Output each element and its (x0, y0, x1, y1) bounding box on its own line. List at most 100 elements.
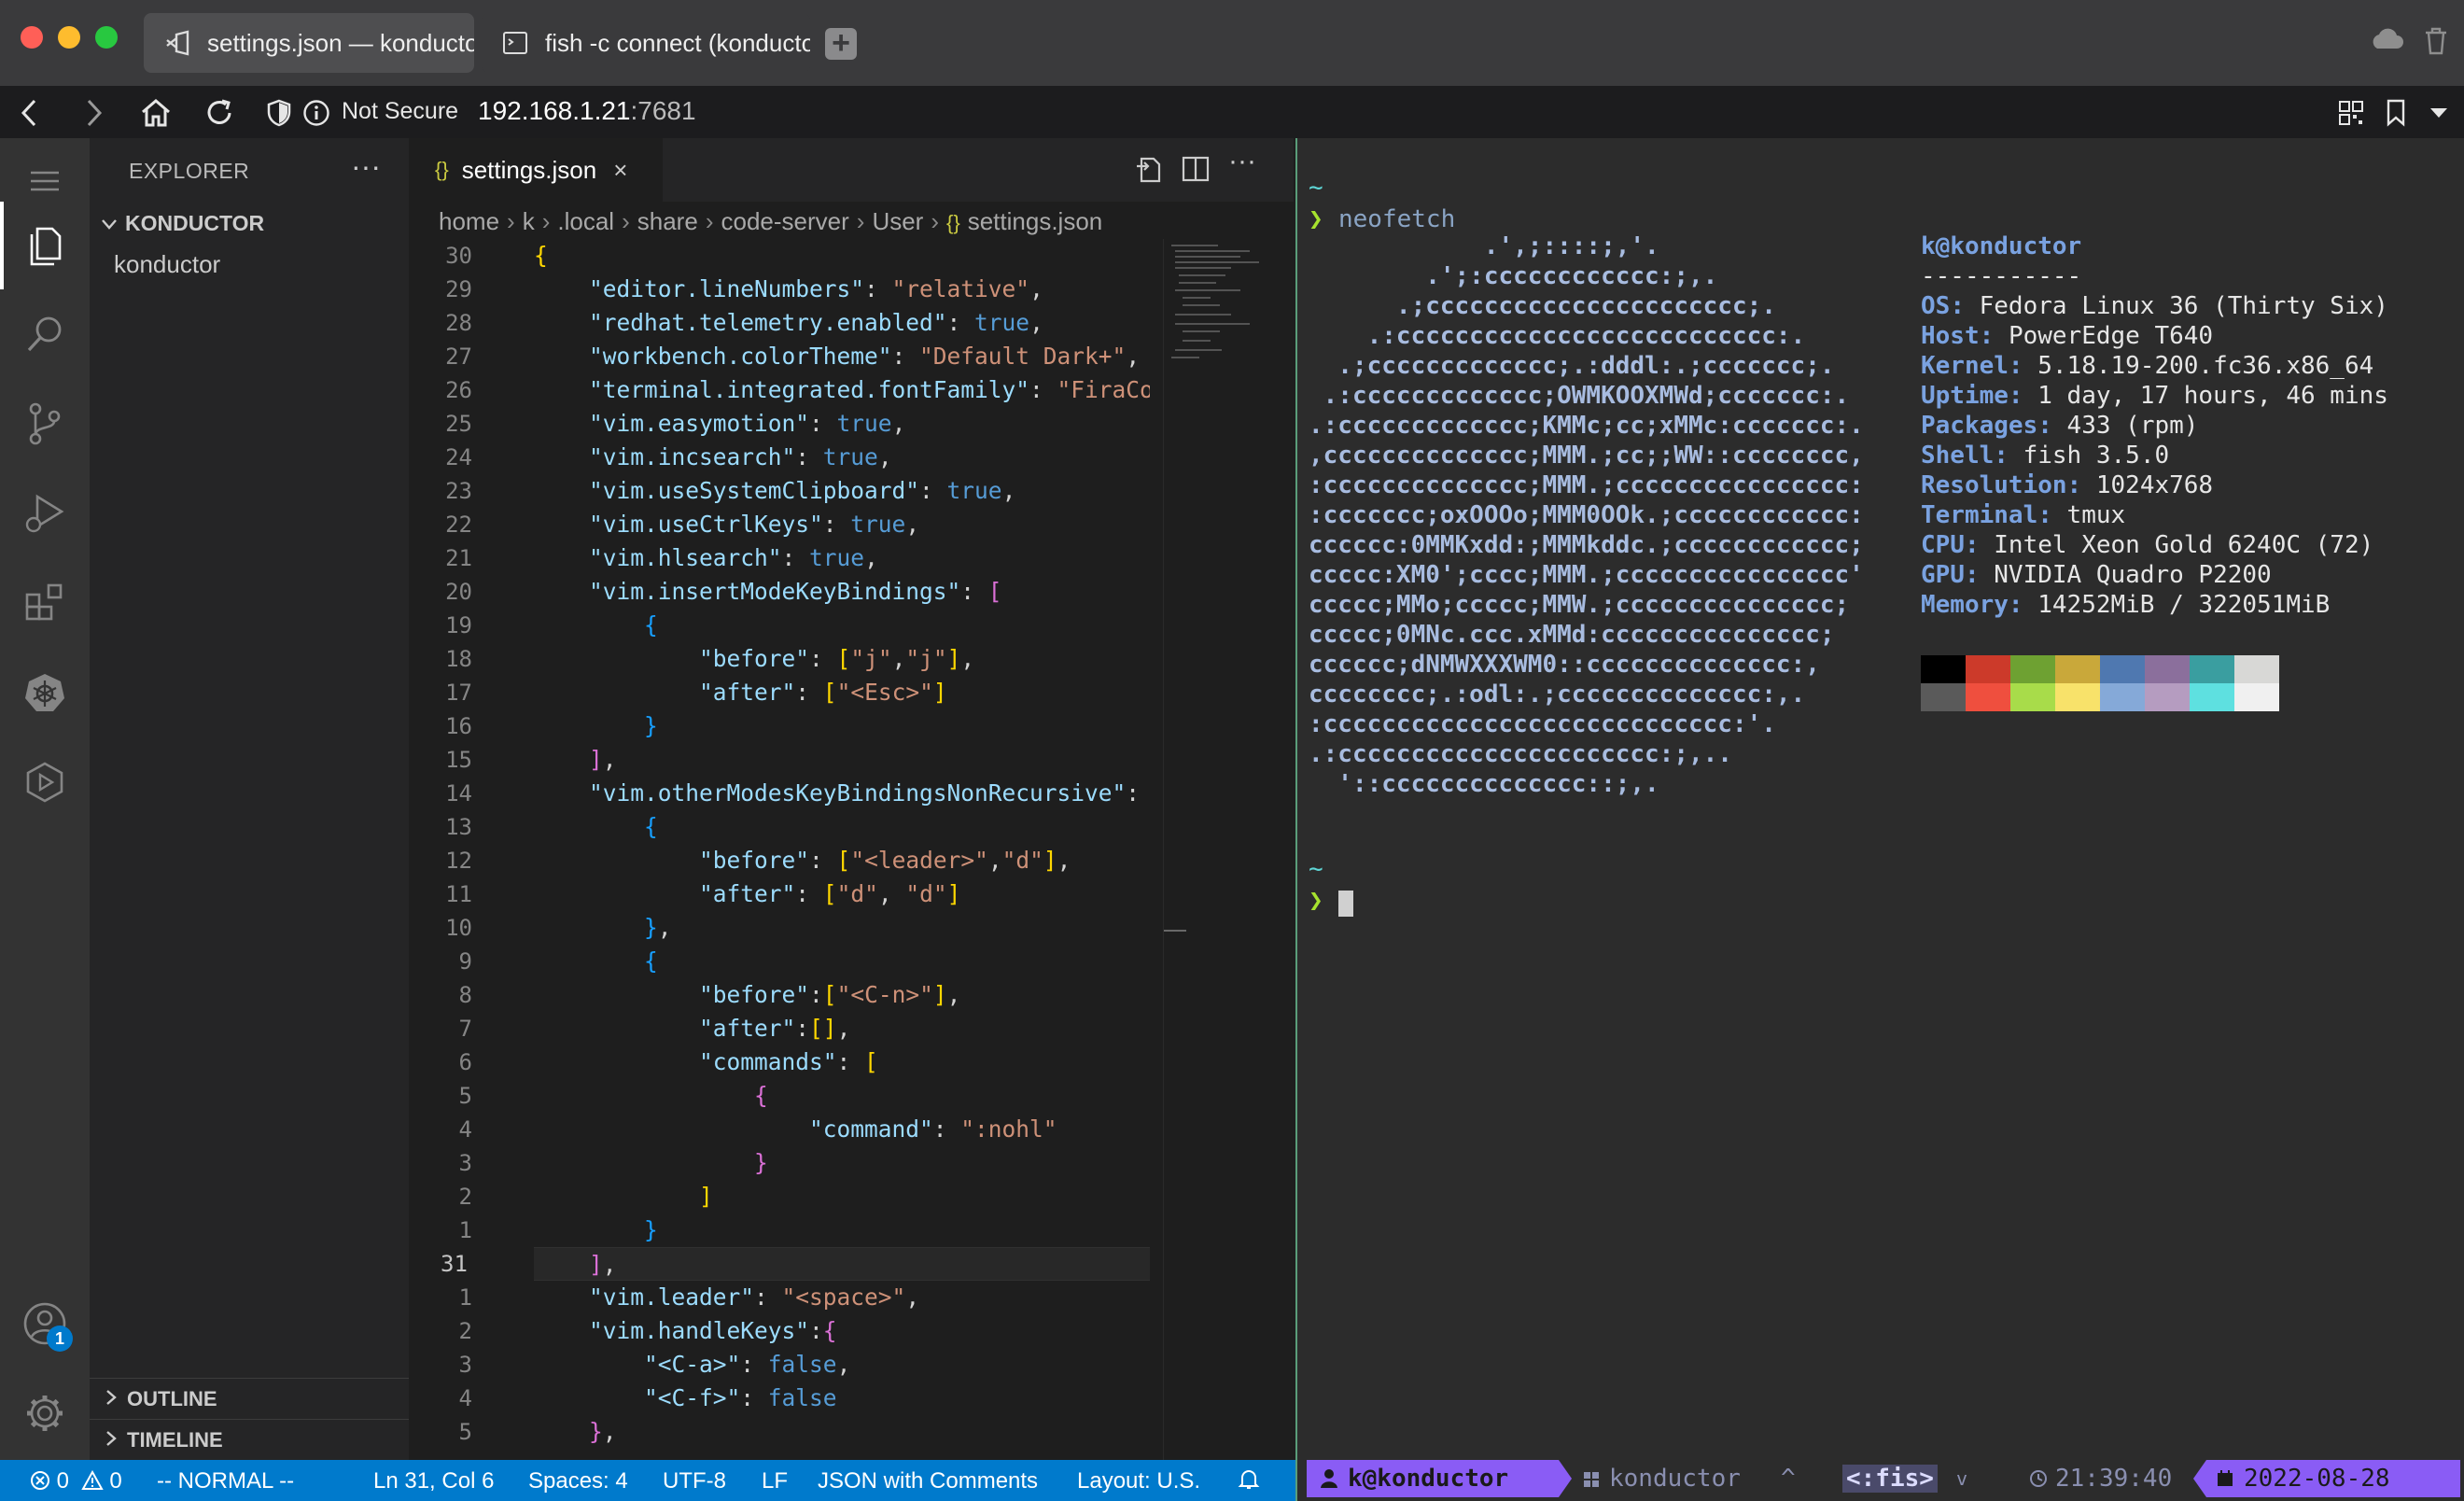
encoding[interactable]: UTF-8 (663, 1468, 726, 1494)
code-line: "vim.handleKeys":{ (534, 1314, 1150, 1348)
extensions-icon[interactable] (17, 575, 73, 631)
code-line: "after":[], (534, 1012, 1150, 1045)
code-line: "vim.useSystemClipboard": true, (534, 474, 1150, 508)
explorer-title: EXPLORER (129, 159, 250, 183)
code-token: "d" (1001, 847, 1043, 874)
user-icon (1321, 1469, 1337, 1488)
breadcrumb-item[interactable]: User (872, 207, 923, 235)
line-number: 3 (458, 1150, 472, 1176)
run-debug-icon[interactable] (17, 485, 73, 541)
code-token: : (809, 645, 837, 672)
timeline-section-header[interactable]: TIMELINE (90, 1419, 409, 1460)
open-changes-icon[interactable] (1133, 153, 1165, 189)
tmux-up-arrow: ^ (1781, 1465, 1796, 1493)
code-token: { (644, 947, 658, 975)
bookmark-icon[interactable] (2380, 97, 2412, 129)
color-swatch (2055, 683, 2100, 711)
indentation[interactable]: Spaces: 4 (528, 1468, 628, 1494)
code-token: "<leader>" (850, 847, 988, 874)
code-token: : (836, 1048, 865, 1075)
info-label: CPU (1921, 531, 1965, 559)
info-label: Shell (1921, 442, 1995, 470)
url-field[interactable]: 192.168.1.21:7681 (478, 96, 696, 126)
code-token: : (795, 1015, 810, 1042)
home-icon[interactable] (140, 97, 172, 129)
trash-icon[interactable] (2423, 26, 2449, 61)
outline-label: OUTLINE (127, 1387, 217, 1410)
code-token: ] (1043, 847, 1057, 874)
zoom-window-button[interactable] (95, 26, 118, 49)
editor-tab-settings-json[interactable]: {} settings.json × (409, 138, 663, 202)
qr-code-icon[interactable] (2335, 97, 2367, 129)
line-number: 8 (458, 982, 472, 1008)
cursor-position[interactable]: Ln 31, Col 6 (373, 1468, 494, 1494)
shield-icon[interactable] (263, 97, 295, 129)
outline-section-header[interactable]: OUTLINE (90, 1378, 409, 1419)
editor-tab-bar: {} settings.json × ··· (409, 138, 1294, 202)
reload-icon[interactable] (203, 97, 235, 129)
breadcrumb-item[interactable]: k (523, 207, 535, 235)
browser-tab-settings[interactable]: settings.json — konductor (144, 13, 474, 73)
forward-icon[interactable] (78, 97, 110, 129)
info-icon[interactable] (301, 97, 332, 129)
keyboard-layout[interactable]: Layout: U.S. (1077, 1468, 1200, 1494)
code-token: , (987, 847, 1002, 874)
color-swatch (2100, 683, 2145, 711)
code-token: , (960, 645, 975, 672)
info-value: Intel Xeon Gold 6240C (72) (1994, 531, 2374, 559)
explorer-files-icon[interactable] (17, 217, 73, 273)
back-icon[interactable] (13, 97, 45, 129)
separator: ----------- (1921, 262, 2082, 290)
ascii-line: .';:cccccccccccc:;,. (1309, 262, 1718, 290)
problems-indicator[interactable]: 0 0 (30, 1468, 122, 1494)
code-line: "after": ["d", "d"] (534, 877, 1150, 911)
warning-count: 0 (109, 1468, 122, 1494)
code-line: "command": ":nohl" (534, 1113, 1150, 1146)
gear-icon[interactable] (17, 1385, 73, 1441)
breadcrumb-file[interactable]: settings.json (968, 207, 1103, 235)
terminal-pane[interactable]: ~ ❯ neofetch .',;::::;,'. .';:cccccccccc… (1295, 138, 2464, 1501)
info-label: Terminal (1921, 501, 2038, 529)
split-editor-icon[interactable] (1180, 153, 1211, 189)
close-window-button[interactable] (21, 26, 43, 49)
code-text-area[interactable]: { "editor.lineNumbers": "relative", "red… (534, 239, 1150, 1449)
minimize-window-button[interactable] (58, 26, 80, 49)
bell-icon[interactable] (1238, 1467, 1260, 1498)
timeline-label: TIMELINE (127, 1428, 223, 1452)
browser-tab-terminal[interactable]: fish -c connect (konductor (482, 13, 810, 73)
code-token: : (795, 679, 823, 706)
language-mode[interactable]: JSON with Comments (818, 1468, 1038, 1494)
workspace-folder-header[interactable]: KONDUCTOR (101, 211, 264, 236)
info-label: Host (1921, 322, 1980, 350)
minimap[interactable] (1163, 239, 1294, 1460)
info-label: GPU (1921, 561, 1965, 589)
chevron-down-icon[interactable] (2423, 97, 2455, 129)
editor-more-icon[interactable]: ··· (1228, 146, 1256, 177)
menu-icon[interactable] (17, 153, 73, 209)
new-tab-button[interactable]: + (825, 27, 857, 60)
breadcrumb-item[interactable]: share (637, 207, 698, 235)
code-token: } (644, 1216, 658, 1243)
info-value: 1024x768 (2095, 471, 2214, 499)
source-control-icon[interactable] (17, 396, 73, 452)
cloud-icon[interactable] (2369, 26, 2404, 57)
kubernetes-icon[interactable] (17, 665, 73, 721)
file-tree-item[interactable]: konductor (114, 250, 220, 279)
breadcrumb-item[interactable]: code-server (721, 207, 848, 235)
close-tab-button[interactable]: × (613, 156, 627, 185)
chevron-down-icon (102, 219, 117, 230)
code-token: : (1126, 779, 1141, 807)
search-icon[interactable] (17, 306, 73, 362)
more-actions-button[interactable]: ··· (351, 149, 381, 184)
breadcrumb-item[interactable]: home (439, 207, 499, 235)
code-token: , (905, 1284, 920, 1311)
remote-explorer-icon[interactable] (17, 754, 73, 810)
breadcrumb-item[interactable]: .local (557, 207, 614, 235)
line-ending[interactable]: LF (762, 1468, 788, 1494)
info-value: 5.18.19-200.fc36.x86_64 (2037, 352, 2374, 380)
code-line: } (534, 1213, 1150, 1247)
